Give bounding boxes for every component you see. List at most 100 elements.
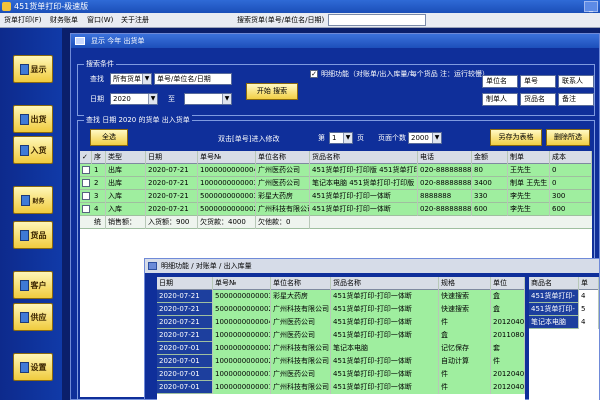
detail-checkbox[interactable]: ✓ [310, 70, 318, 78]
find-type-select[interactable]: 所有货单 ▼ [110, 73, 152, 85]
outbound-icon [19, 113, 29, 125]
year-to-select[interactable]: ▼ [184, 93, 232, 105]
table-row[interactable]: 2020-07-21 5000000000003 彩星大药房 451货单打印-打… [157, 290, 525, 303]
row-checkbox[interactable] [82, 179, 90, 187]
filter-tag-maker[interactable]: 制单人 [482, 93, 518, 106]
sidebar-item-inbound[interactable]: 入货 [13, 136, 53, 164]
col-header-unit[interactable]: 单位名称 [256, 151, 310, 164]
filter-tag-goods[interactable]: 货品名 [520, 93, 556, 106]
to-label: 至 [168, 95, 175, 103]
year-from-select[interactable]: 2020 ▼ [110, 93, 158, 105]
col-header-measure[interactable]: 单位 [491, 277, 525, 290]
table-header-row: 商品名 单 [529, 277, 599, 290]
table-row[interactable]: 2020-07-01 1000000000002 广州科技有限公司 笔记本电脑 … [157, 342, 525, 355]
box-icon [19, 229, 29, 241]
delete-selected-button[interactable]: 删除所选 [546, 129, 590, 146]
start-search-button[interactable]: 开始 搜索 [246, 83, 298, 100]
col-header-date[interactable]: 日期 [157, 277, 213, 290]
menu-item-window[interactable]: 窗口(W) [87, 15, 113, 25]
sidebar-item-goods[interactable]: 货品 [13, 221, 53, 249]
col-header-goods[interactable]: 货品名称 [331, 277, 439, 290]
table-row[interactable]: 2020-07-21 1000000000004 广州医药公司 451货单打印-… [157, 316, 525, 329]
sidebar-item-customer[interactable]: 客户 [13, 271, 53, 299]
search-group: 搜索条件 查找 所有货单 ▼ 单号/单位名/日期 日期 2020 ▼ 至 ▼ 开始 … [77, 59, 595, 116]
col-header-maker[interactable]: 制单 [508, 151, 550, 164]
app-titlebar: 451货单打印-极速版 _ [0, 0, 600, 13]
sidebar-item-finance[interactable]: 财务 [13, 186, 53, 214]
settings-icon [19, 361, 29, 373]
detail-side-table: 商品名 单 451货单打印- 4 451货单打印- 5 笔记本电脑 4 [529, 277, 599, 400]
page-select[interactable]: 1 ▼ [329, 132, 353, 144]
chevron-down-icon: ▼ [148, 94, 157, 104]
detail-window: 明细功能 / 对账单 / 出入库量 日期 单号№ 单位名称 货品名称 规格 单位… [144, 258, 600, 400]
menu-item-finance[interactable]: 财务账单 [50, 15, 78, 25]
list-item[interactable]: 笔记本电脑 4 [529, 316, 599, 329]
col-header-cost[interactable]: 成本 [550, 151, 592, 164]
col-header-amount[interactable]: 金额 [472, 151, 508, 164]
menu-item-about[interactable]: 关于注册 [121, 15, 149, 25]
date-label: 日期 [90, 95, 104, 103]
sidebar-item-settings[interactable]: 设置 [13, 353, 53, 381]
col-header-number[interactable]: 单号№ [198, 151, 256, 164]
detail-window-title: 明细功能 / 对账单 / 出入库量 [161, 262, 252, 270]
app-title: 451货单打印-极速版 [14, 2, 89, 11]
find-label: 查找 [90, 75, 104, 83]
window-icon [148, 262, 157, 270]
col-header-number[interactable]: 单号№ [213, 277, 271, 290]
table-row[interactable]: 2020-07-01 1000000000001 广州科技有限公司 451货单打… [157, 381, 525, 394]
table-row[interactable]: 2 出库 2020-07-21 1000000000003 广州医药公司 笔记本… [80, 177, 592, 190]
col-header-type[interactable]: 类型 [106, 151, 146, 164]
filter-tag-unit[interactable]: 单位名 [482, 75, 518, 88]
table-header-row: ✓ 序 类型 日期 单号№ 单位名称 货品名称 电话 金额 制单 成本 [80, 151, 592, 164]
customer-icon [19, 279, 29, 291]
col-header-spec[interactable]: 规格 [439, 277, 491, 290]
search-label: 搜索货单(单号/单位名/日期) [237, 16, 325, 24]
filter-tag-contact[interactable]: 联系人 [558, 75, 594, 88]
table-row[interactable]: 2020-07-21 1000000000003 广州医药公司 451货单打印-… [157, 329, 525, 342]
supplier-icon [19, 311, 29, 323]
col-header-unit[interactable]: 单位名称 [271, 277, 331, 290]
col-header-qty[interactable]: 单 [579, 277, 599, 290]
row-checkbox[interactable] [82, 205, 90, 213]
list-item[interactable]: 451货单打印- 5 [529, 303, 599, 316]
row-checkbox[interactable] [82, 192, 90, 200]
table-row[interactable]: 2020-07-21 5000000000002 广州科技有限公司 451货单打… [157, 303, 525, 316]
search-group-label: 搜索条件 [84, 59, 116, 69]
filter-tag-note[interactable]: 备注 [558, 93, 594, 106]
minimize-button[interactable]: _ [584, 1, 598, 12]
sidebar-item-display[interactable]: 显示 [13, 55, 53, 83]
col-header-goods[interactable]: 货品名称 [310, 151, 418, 164]
sidebar-item-supplier[interactable]: 供应 [13, 303, 53, 331]
sidebar: 显示 出货 入货 财务 货品 客户 供应 设置 [0, 28, 62, 400]
chart-icon [21, 194, 31, 206]
summary-row: 统 销售额： 入货额：900 欠货款：4000 欠他款：0 [80, 216, 592, 229]
monitor-icon [19, 63, 29, 75]
save-excel-button[interactable]: 另存为表格 [490, 129, 542, 146]
menu-item-print[interactable]: 货单打印(F) [4, 15, 42, 25]
table-row[interactable]: 3 入库 2020-07-21 5000000000003 彩星大药房 451货… [80, 190, 592, 203]
table-row[interactable]: 4 入库 2020-07-21 5000000000002 广州科技有限公司 4… [80, 203, 592, 216]
list-item[interactable]: 451货单打印- 4 [529, 290, 599, 303]
main-window-titlebar: 显示 今年 出货单 [71, 34, 599, 48]
table-row[interactable]: 1 出库 2020-07-21 1000000000004 广州医药公司 451… [80, 164, 592, 177]
page-size-select[interactable]: 2000 ▼ [408, 132, 442, 144]
row-checkbox[interactable] [82, 166, 90, 174]
detail-window-titlebar: 明细功能 / 对账单 / 出入库量 [145, 259, 599, 273]
find-text-input[interactable]: 单号/单位名/日期 [154, 73, 232, 85]
chevron-down-icon: ▼ [142, 74, 151, 84]
col-header-phone[interactable]: 电话 [418, 151, 472, 164]
sidebar-item-outbound[interactable]: 出货 [13, 105, 53, 133]
page-suffix: 页 [357, 134, 364, 142]
search-input[interactable] [328, 14, 426, 26]
col-header-date[interactable]: 日期 [146, 151, 198, 164]
col-header-check[interactable]: ✓ [80, 151, 92, 164]
table-row[interactable]: 2020-07-01 1000000000002 广州科技有限公司 451货单打… [157, 355, 525, 368]
filter-tag-number[interactable]: 单号 [520, 75, 556, 88]
table-row[interactable]: 2020-07-01 1000000000001 广州医药公司 451货单打印-… [157, 368, 525, 381]
col-header-seq[interactable]: 序 [92, 151, 106, 164]
table-header-row: 日期 单号№ 单位名称 货品名称 规格 单位 [157, 277, 525, 290]
page-size-label: 页面个数 [378, 134, 406, 142]
select-all-button[interactable]: 全选 [90, 129, 128, 146]
dblclick-hint: 双击[单号]进入修改 [218, 135, 280, 143]
col-header-goods[interactable]: 商品名 [529, 277, 579, 290]
